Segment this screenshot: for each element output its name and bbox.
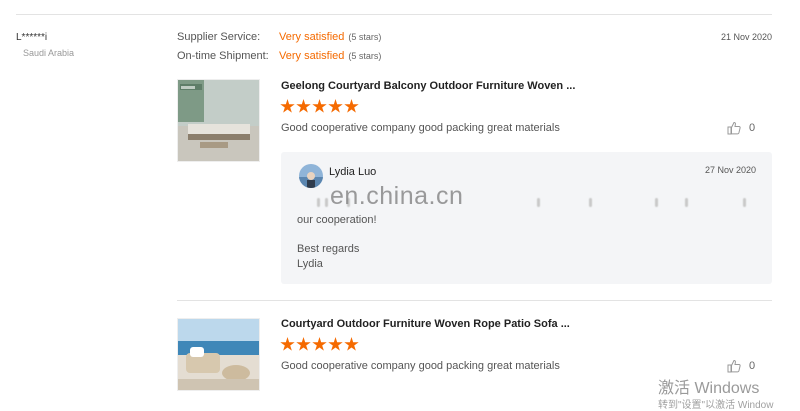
reviewer-country: Saudi Arabia: [23, 48, 75, 58]
reply-text-line: Best regards: [297, 243, 360, 255]
star-icon: [280, 337, 295, 351]
reviewer-name: L******i: [16, 32, 48, 43]
rating-stars-text: (5 stars): [348, 51, 382, 61]
like-count: 0: [749, 360, 756, 372]
star-icon: [344, 337, 359, 351]
product-rating-stars: [280, 99, 359, 114]
rating-label: Supplier Service:: [177, 31, 261, 43]
star-icon: [296, 99, 311, 113]
star-icon: [312, 99, 327, 113]
product-title[interactable]: Geelong Courtyard Balcony Outdoor Furnit…: [281, 80, 575, 92]
rating-value: Very satisfied: [279, 31, 345, 43]
product-image[interactable]: [177, 318, 260, 391]
supplier-reply: Lydia Luo 27 Nov 2020 en.china.cn our co…: [281, 152, 772, 284]
star-icon: [280, 99, 295, 113]
reply-text-line: our cooperation!: [297, 214, 377, 226]
watermark: en.china.cn: [330, 182, 464, 210]
windows-activation-title: 激活 Windows: [658, 380, 760, 397]
star-icon: [328, 99, 343, 113]
product-image[interactable]: [177, 79, 260, 162]
product-title[interactable]: Courtyard Outdoor Furniture Woven Rope P…: [281, 318, 570, 330]
avatar: [299, 164, 323, 188]
rating-supplier-service: Supplier Service: Very satisfied (5 stars): [177, 31, 381, 43]
like-count: 0: [749, 122, 756, 134]
rating-label: On-time Shipment:: [177, 50, 269, 62]
rating-value: Very satisfied: [279, 50, 345, 62]
review-comment: Good cooperative company good packing gr…: [281, 360, 560, 372]
top-divider: [16, 14, 772, 15]
review-comment: Good cooperative company good packing gr…: [281, 122, 560, 134]
star-icon: [344, 99, 359, 113]
reply-text-line: Lydia: [297, 258, 323, 270]
rating-ontime-shipment: On-time Shipment: Very satisfied (5 stars): [177, 50, 381, 62]
like-button[interactable]: 0: [727, 359, 755, 373]
review-date: 21 Nov 2020: [720, 32, 772, 42]
thumbs-up-icon: [727, 121, 741, 135]
reply-date: 27 Nov 2020: [704, 165, 756, 175]
windows-activation-subtitle: 转到"设置"以激活 Window: [658, 400, 774, 411]
rating-stars-text: (5 stars): [348, 32, 382, 42]
product-rating-stars: [280, 337, 359, 352]
thumbs-up-icon: [727, 359, 741, 373]
star-icon: [328, 337, 343, 351]
reply-author-name: Lydia Luo: [329, 166, 377, 178]
star-icon: [312, 337, 327, 351]
star-icon: [296, 337, 311, 351]
like-button[interactable]: 0: [727, 121, 755, 135]
product-divider: [177, 300, 772, 301]
